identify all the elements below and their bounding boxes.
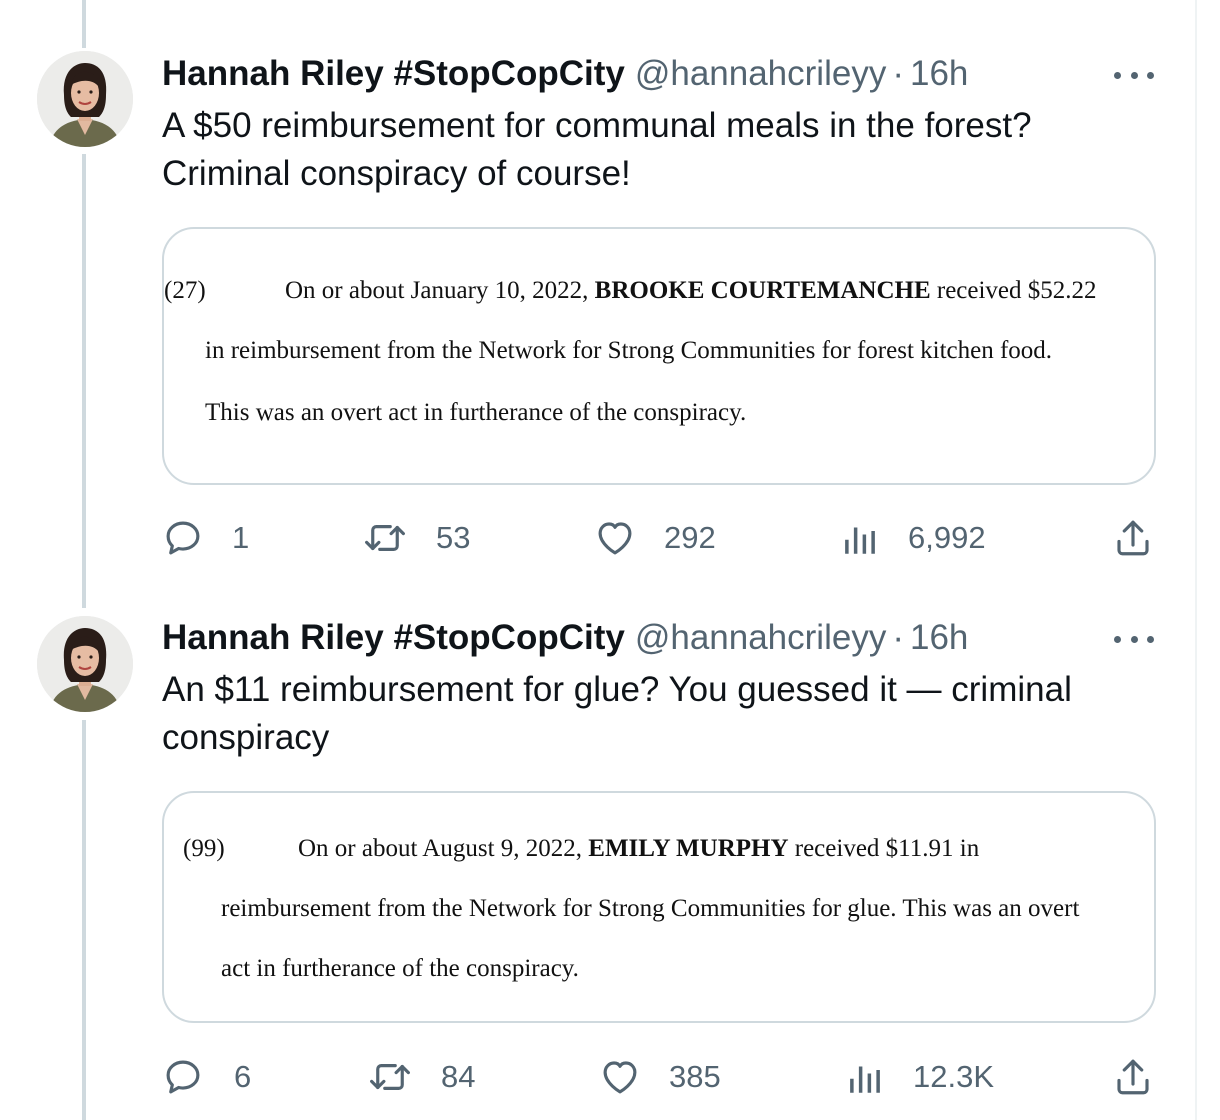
author-name[interactable]: Hannah Riley #StopCopCity	[162, 54, 625, 94]
tweet-media[interactable]: (27) On or about January 10, 2022, BROOK…	[162, 227, 1156, 485]
views-icon	[850, 1066, 880, 1093]
tweet-media[interactable]: (99) On or about August 9, 2022, EMILY M…	[162, 791, 1156, 1023]
view-count: 12.3K	[913, 1059, 995, 1094]
retweet-count: 84	[441, 1059, 476, 1094]
document-line-2: in reimbursement from the Network for St…	[205, 337, 1053, 364]
retweet-count: 53	[436, 520, 471, 555]
reply-icon	[166, 521, 200, 555]
share-icon	[1117, 520, 1149, 556]
retweet-icon	[365, 525, 405, 551]
views-button[interactable]: 6,992	[842, 516, 986, 560]
reply-icon	[166, 1060, 200, 1094]
tweet-actions: 6 84 385 12.3K	[162, 1055, 1162, 1099]
tweet[interactable]: Hannah Riley #StopCopCity @hannahcrileyy…	[0, 590, 1195, 1120]
retweet-icon	[370, 1064, 410, 1090]
avatar[interactable]	[37, 51, 133, 147]
separator: ·	[892, 618, 904, 657]
views-icon	[845, 527, 875, 554]
author-handle[interactable]: @hannahcrileyy	[635, 54, 887, 94]
retweet-button[interactable]: 84	[367, 1055, 475, 1099]
avatar-image	[37, 616, 133, 712]
document-text: received $11.91 in	[788, 835, 980, 862]
tweet[interactable]: Hannah Riley #StopCopCity @hannahcrileyy…	[0, 0, 1195, 590]
more-icon[interactable]	[1112, 65, 1156, 85]
share-button[interactable]	[1112, 1055, 1154, 1099]
reply-count: 6	[234, 1059, 252, 1094]
document-line-3: act in furtherance of the conspiracy.	[221, 955, 579, 982]
views-button[interactable]: 12.3K	[847, 1055, 994, 1099]
tweet-text: An $11 reimbursement for glue? You guess…	[162, 670, 1072, 757]
author-name[interactable]: Hannah Riley #StopCopCity	[162, 618, 625, 658]
document-line-1: On or about August 9, 2022, EMILY MURPHY…	[298, 835, 979, 863]
document-name: EMILY MURPHY	[588, 835, 789, 862]
document-line-1: On or about January 10, 2022, BROOKE COU…	[285, 277, 1097, 305]
share-icon	[1117, 1059, 1149, 1095]
document-line-2: reimbursement from the Network for Stron…	[221, 895, 1080, 922]
like-count: 385	[669, 1059, 721, 1094]
document-number: (27)	[164, 277, 206, 304]
document-number: (99)	[183, 835, 225, 862]
reply-count: 1	[232, 520, 250, 555]
share-button[interactable]	[1112, 516, 1154, 560]
retweet-button[interactable]: 53	[362, 516, 470, 560]
like-button[interactable]: 385	[599, 1055, 721, 1099]
reply-button[interactable]: 6	[162, 1055, 251, 1099]
view-count: 6,992	[908, 520, 986, 555]
separator: ·	[892, 54, 904, 93]
document-text: On or about August 9, 2022,	[298, 835, 589, 862]
heart-icon	[603, 1061, 637, 1094]
avatar[interactable]	[37, 616, 133, 712]
tweet-actions: 1 53 292 6,992	[162, 516, 1162, 560]
reply-button[interactable]: 1	[162, 516, 249, 560]
avatar-image	[37, 51, 133, 147]
tweet-header: Hannah Riley #StopCopCity @hannahcrileyy…	[162, 52, 968, 96]
timestamp[interactable]: 16h	[910, 618, 968, 658]
document-text: On or about January 10, 2022,	[285, 277, 595, 304]
like-button[interactable]: 292	[594, 516, 716, 560]
timeline-border	[1195, 0, 1197, 1120]
heart-icon	[598, 522, 632, 555]
author-handle[interactable]: @hannahcrileyy	[635, 618, 887, 658]
timestamp[interactable]: 16h	[910, 54, 968, 94]
document-text: received $52.22	[930, 277, 1097, 304]
like-count: 292	[664, 520, 716, 555]
document-line-3: This was an overt act in furtherance of …	[205, 399, 747, 426]
tweet-header: Hannah Riley #StopCopCity @hannahcrileyy…	[162, 616, 968, 660]
document-name: BROOKE COURTEMANCHE	[594, 277, 931, 304]
tweet-text: A $50 reimbursement for communal meals i…	[162, 106, 1032, 193]
more-icon[interactable]	[1112, 629, 1156, 649]
